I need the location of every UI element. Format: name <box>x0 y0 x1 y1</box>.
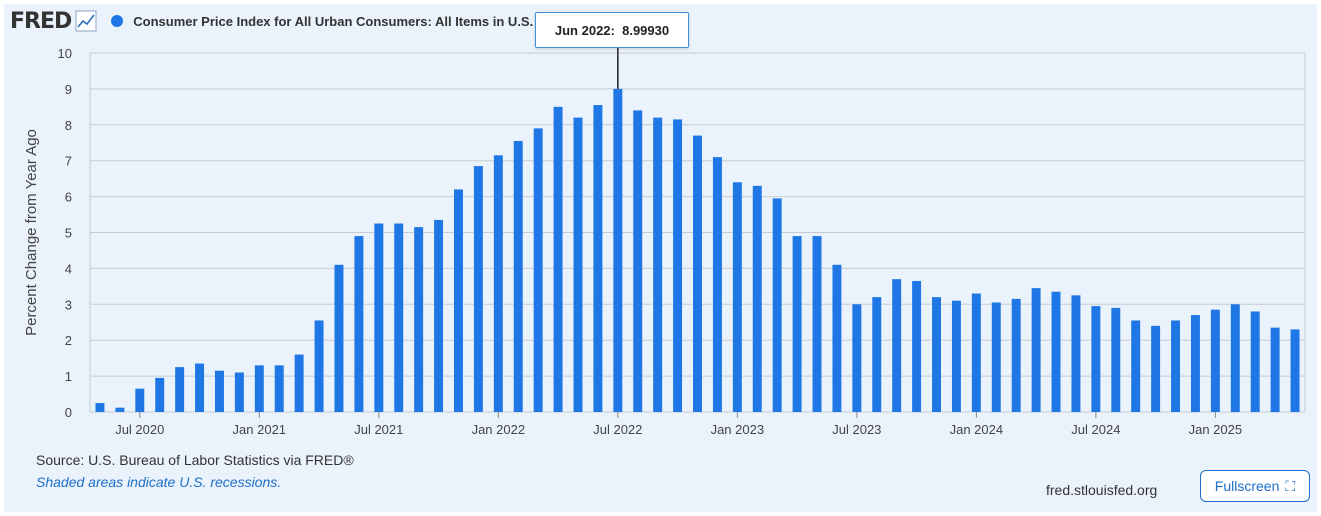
bar <box>633 110 643 412</box>
bar <box>772 198 782 412</box>
tooltip-value: 8.99930 <box>622 22 670 38</box>
x-tick-label: Jul 2021 <box>354 422 403 437</box>
y-tick-label: 8 <box>65 118 72 133</box>
source-text: Source: U.S. Bureau of Labor Statistics … <box>36 452 354 468</box>
y-axis-label: Percent Change from Year Ago <box>23 129 40 336</box>
bar <box>1290 329 1300 412</box>
bar <box>1051 291 1061 412</box>
fullscreen-label: Fullscreen <box>1214 478 1280 494</box>
bar <box>374 223 384 412</box>
hover-tooltip: Jun 2022: 8.99930 <box>535 12 689 48</box>
x-tick-label: Jul 2020 <box>115 422 164 437</box>
bar <box>752 185 762 412</box>
x-tick-label: Jan 2025 <box>1189 422 1243 437</box>
bar <box>693 135 702 412</box>
bar <box>234 372 244 412</box>
bar <box>991 302 1001 412</box>
bar <box>195 363 205 412</box>
bar <box>334 264 344 412</box>
y-tick-label: 10 <box>58 46 72 61</box>
bar <box>832 264 842 412</box>
bar <box>732 182 742 412</box>
bar <box>792 236 802 412</box>
bar <box>951 300 961 412</box>
bar <box>1091 306 1101 412</box>
y-tick-label: 3 <box>65 297 72 312</box>
y-tick-label: 7 <box>65 154 72 169</box>
bar <box>473 166 483 412</box>
bar <box>493 155 503 412</box>
bar <box>1011 298 1021 412</box>
bar <box>1111 307 1121 412</box>
x-axis-ticks: Jul 2020 Jan 2021 Jul 2021 Jan 2022 Jul 2022… <box>115 412 1242 437</box>
x-tick-label: Jan 2023 <box>711 422 765 437</box>
bar <box>454 189 463 412</box>
bar <box>1031 288 1041 412</box>
bar <box>1151 325 1161 412</box>
bar <box>593 105 603 413</box>
y-tick-label: 2 <box>65 333 72 348</box>
bar <box>1270 327 1280 412</box>
bar <box>434 219 444 412</box>
bar <box>573 117 583 413</box>
bar <box>932 297 941 412</box>
bar <box>912 280 922 412</box>
bar-series <box>95 88 1300 413</box>
x-tick-label: Jan 2022 <box>472 422 526 437</box>
bar <box>1210 309 1220 412</box>
bar <box>1131 320 1141 412</box>
fullscreen-button[interactable]: Fullscreen ⛶ <box>1200 470 1310 502</box>
bar <box>673 119 683 412</box>
y-tick-label: 5 <box>65 226 72 241</box>
bar <box>414 227 424 412</box>
expand-icon: ⛶ <box>1285 477 1296 494</box>
bar <box>115 407 125 412</box>
bar <box>294 354 304 412</box>
bar <box>653 117 663 413</box>
x-tick-label: Jul 2023 <box>832 422 881 437</box>
x-tick-label: Jan 2021 <box>233 422 287 437</box>
bar <box>135 388 145 412</box>
bar <box>394 223 404 412</box>
bar <box>95 403 105 412</box>
y-tick-label: 6 <box>65 190 72 205</box>
bar <box>553 106 563 412</box>
y-tick-label: 4 <box>65 261 72 276</box>
bar <box>852 304 862 412</box>
bar <box>613 88 623 412</box>
y-tick-label: 9 <box>65 82 72 97</box>
recession-note: Shaded areas indicate U.S. recessions. <box>36 474 282 490</box>
bar <box>214 370 224 412</box>
bar <box>892 279 902 412</box>
fred-website-link[interactable]: fred.stlouisfed.org <box>1046 482 1157 498</box>
bar <box>812 236 822 412</box>
bar <box>354 236 364 412</box>
y-axis-ticks: 0 1 2 3 4 5 6 7 8 9 10 <box>58 46 72 420</box>
bar <box>314 320 324 412</box>
bar-chart: 0 1 2 3 4 5 6 7 8 9 10 Jul 2020 Jan 2021 Jul 2021 Jan… <box>23 46 1306 437</box>
tooltip-date: Jun 2022: <box>554 22 615 38</box>
bar <box>533 128 543 412</box>
x-tick-label: Jul 2024 <box>1071 422 1120 437</box>
y-tick-label: 0 <box>65 405 72 420</box>
bar <box>971 293 981 412</box>
bar <box>1250 311 1260 412</box>
bar <box>1190 315 1200 412</box>
x-tick-label: Jan 2024 <box>950 422 1004 437</box>
bar <box>155 377 165 412</box>
y-tick-label: 1 <box>65 369 72 384</box>
bar <box>1171 320 1181 412</box>
bar <box>513 140 523 412</box>
bar <box>872 297 882 412</box>
bar <box>175 367 185 412</box>
x-tick-label: Jul 2022 <box>593 422 642 437</box>
bar <box>712 157 722 412</box>
bar <box>254 365 264 412</box>
bar <box>1071 295 1081 412</box>
bar <box>274 365 284 412</box>
bar <box>1230 304 1240 412</box>
